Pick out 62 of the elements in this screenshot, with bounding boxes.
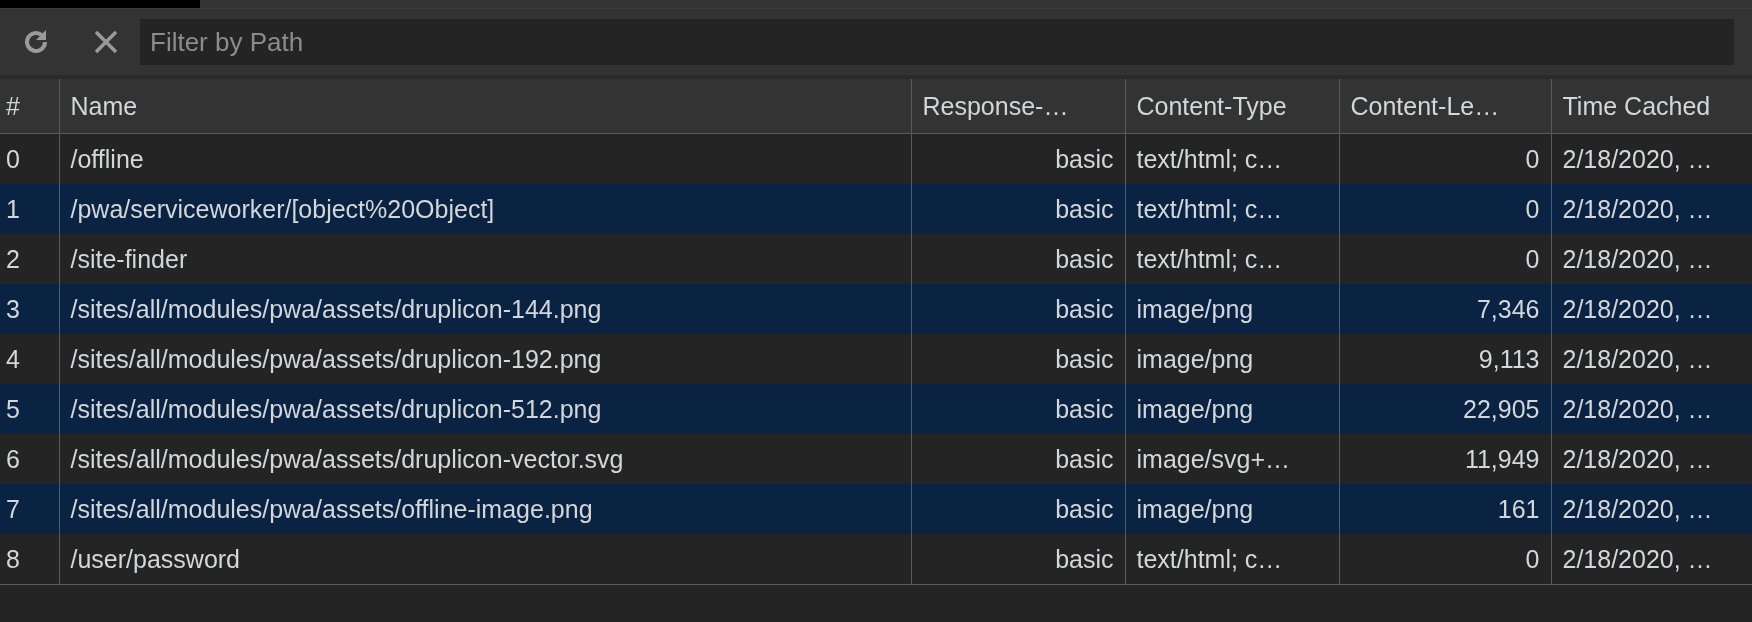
close-icon (93, 29, 119, 55)
table-cell: 2/18/2020, … (1551, 534, 1752, 585)
table-cell: 2/18/2020, … (1551, 334, 1752, 384)
table-cell: 0 (1339, 234, 1551, 284)
table-cell: 1 (0, 184, 59, 234)
table-cell: /sites/all/modules/pwa/assets/druplicon-512.png (59, 384, 911, 434)
table-cell: basic (911, 334, 1125, 384)
table-cell: image/png (1125, 334, 1339, 384)
table-cell: /sites/all/modules/pwa/assets/druplicon-192.png (59, 334, 911, 384)
table-cell: 7,346 (1339, 284, 1551, 334)
filter-field[interactable]: Filter by Path (140, 19, 1734, 65)
table-cell: /site-finder (59, 234, 911, 284)
table-cell: image/svg+… (1125, 434, 1339, 484)
table-cell: 0 (1339, 133, 1551, 184)
table-cell: image/png (1125, 384, 1339, 434)
column-header[interactable]: Response-… (911, 77, 1125, 134)
table-cell: 9,113 (1339, 334, 1551, 384)
table-cell: basic (911, 133, 1125, 184)
table-cell: 5 (0, 384, 59, 434)
table-cell: 2/18/2020, … (1551, 184, 1752, 234)
table-cell: 8 (0, 534, 59, 585)
table-cell: basic (911, 434, 1125, 484)
table-cell: basic (911, 184, 1125, 234)
table-cell: 4 (0, 334, 59, 384)
table-cell: 2/18/2020, … (1551, 484, 1752, 534)
table-cell: text/html; c… (1125, 133, 1339, 184)
column-header[interactable]: Content-Le… (1339, 77, 1551, 134)
table-cell: 2 (0, 234, 59, 284)
column-header[interactable]: Time Cached (1551, 77, 1752, 134)
table-cell: basic (911, 234, 1125, 284)
column-header[interactable]: Name (59, 77, 911, 134)
table-cell: basic (911, 484, 1125, 534)
table-cell: /sites/all/modules/pwa/assets/offline-image.png (59, 484, 911, 534)
table-cell: 7 (0, 484, 59, 534)
table-cell: /sites/all/modules/pwa/assets/druplicon-vector.svg (59, 434, 911, 484)
table-cell: text/html; c… (1125, 534, 1339, 585)
table-cell: basic (911, 384, 1125, 434)
table-cell: text/html; c… (1125, 184, 1339, 234)
table-cell: image/png (1125, 484, 1339, 534)
table-cell: 11,949 (1339, 434, 1551, 484)
table-cell: 2/18/2020, … (1551, 284, 1752, 334)
table-cell: 0 (1339, 534, 1551, 585)
table-cell: 3 (0, 284, 59, 334)
table-cell: /user/password (59, 534, 911, 585)
table-cell: 2/18/2020, … (1551, 133, 1752, 184)
table-cell: 2/18/2020, … (1551, 234, 1752, 284)
table-cell: 22,905 (1339, 384, 1551, 434)
column-header[interactable]: # (0, 77, 59, 134)
table-cell: 2/18/2020, … (1551, 434, 1752, 484)
table-cell: /pwa/serviceworker/[object%20Object] (59, 184, 911, 234)
table-cell: 161 (1339, 484, 1551, 534)
table-cell: 6 (0, 434, 59, 484)
column-header[interactable]: Content-Type (1125, 77, 1339, 134)
table-cell: image/png (1125, 284, 1339, 334)
table-cell: /sites/all/modules/pwa/assets/druplicon-144.png (59, 284, 911, 334)
table-cell: 2/18/2020, … (1551, 384, 1752, 434)
table-cell: 0 (1339, 184, 1551, 234)
table-cell: basic (911, 284, 1125, 334)
table-cell: basic (911, 534, 1125, 585)
table-cell: 0 (0, 133, 59, 184)
table-cell: /offline (59, 133, 911, 184)
table-cell: text/html; c… (1125, 234, 1339, 284)
